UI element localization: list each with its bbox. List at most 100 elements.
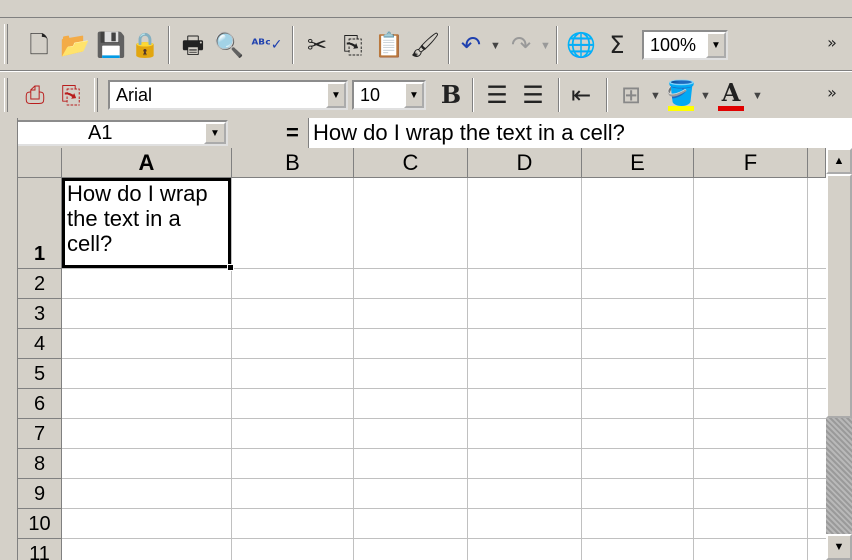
spelling-icon[interactable]: ᴬᴮᶜ✓ (251, 30, 282, 60)
paste-icon[interactable]: 📋 (374, 30, 404, 60)
align-left-icon[interactable]: ☰ (482, 80, 512, 110)
font-name-select[interactable]: Arial ▼ (108, 80, 348, 110)
print-preview-icon[interactable]: 🔍 (214, 30, 244, 60)
toolbar-grip[interactable] (4, 24, 8, 64)
table-row (62, 359, 826, 389)
separator (556, 26, 558, 64)
chevron-down-icon[interactable]: ▼ (706, 32, 726, 58)
formula-bar: A1 ▼ = How do I wrap the text in a cell? (0, 118, 852, 148)
hyperlink-icon[interactable]: 🌐 (566, 30, 596, 60)
table-row (62, 389, 826, 419)
undo-dropdown-icon[interactable]: ▼ (490, 40, 501, 52)
redo-icon[interactable]: ↷ (506, 30, 536, 60)
separator (472, 78, 474, 112)
name-box[interactable]: A1 ▼ (16, 120, 228, 146)
open-icon[interactable]: 📂 (60, 30, 90, 60)
column-header-d[interactable]: D (468, 148, 582, 178)
cell-a1[interactable]: How do I wrap the text in a cell? (62, 178, 231, 268)
table-row (62, 449, 826, 479)
borders-icon[interactable]: ⊞ (616, 80, 646, 110)
font-size-select[interactable]: 10 ▼ (352, 80, 426, 110)
row-header-8[interactable]: 8 (18, 449, 62, 479)
bold-button[interactable]: B (436, 80, 466, 110)
new-icon[interactable]: 🗋 (24, 30, 54, 60)
divider (0, 70, 852, 72)
row-header-7[interactable]: 7 (18, 419, 62, 449)
autosum-icon[interactable]: Σ (602, 30, 632, 60)
font-name-value: Arial (116, 84, 153, 105)
column-header-g[interactable] (808, 148, 826, 178)
row-header-6[interactable]: 6 (18, 389, 62, 419)
row-header-10[interactable]: 10 (18, 509, 62, 539)
column-header-b[interactable]: B (232, 148, 354, 178)
align-center-icon[interactable]: ☰ (518, 80, 548, 110)
separator (558, 78, 560, 112)
row-header-1[interactable]: 1 (18, 178, 62, 269)
chevron-down-icon[interactable]: ▼ (326, 82, 346, 108)
table-row (62, 269, 826, 299)
zoom-value: 100% (650, 34, 697, 55)
name-box-value: A1 (88, 121, 113, 144)
toolbar-grip[interactable] (4, 78, 8, 112)
borders-dropdown-icon[interactable]: ▼ (650, 90, 661, 102)
table-row (62, 329, 826, 359)
font-color-icon[interactable]: A (716, 78, 746, 108)
print-icon[interactable]: 🖶 (178, 30, 208, 60)
table-row (62, 539, 826, 560)
table-row (62, 299, 826, 329)
zoom-select[interactable]: 100% ▼ (642, 30, 728, 60)
column-header-e[interactable]: E (582, 148, 694, 178)
toolbar-overflow-icon[interactable]: » (820, 28, 844, 58)
worksheet-grid[interactable]: A B C D E F 1 2 3 4 5 6 7 8 9 10 11 How … (18, 148, 826, 560)
separator (292, 26, 294, 64)
row-header-3[interactable]: 3 (18, 299, 62, 329)
fill-color-dropdown-icon[interactable]: ▼ (700, 90, 711, 102)
save-icon[interactable]: 💾 (96, 30, 126, 60)
scroll-down-icon[interactable]: ▼ (826, 534, 852, 560)
toolbar-grip[interactable] (94, 78, 98, 112)
row-header-5[interactable]: 5 (18, 359, 62, 389)
column-header-c[interactable]: C (354, 148, 468, 178)
decrease-indent-icon[interactable]: ⇤ (566, 80, 596, 110)
format-painter-icon[interactable]: 🖌 (410, 30, 440, 60)
standard-toolbar: 🗋 📂 💾 🔒 🖶 🔍 ᴬᴮᶜ✓ ✂ ⎘ 📋 🖌 ↶ ▼ ↷ ▼ 🌐 Σ 100… (0, 18, 852, 70)
font-color-dropdown-icon[interactable]: ▼ (752, 90, 763, 102)
fill-color-icon[interactable]: 🪣 (666, 78, 696, 108)
formatting-toolbar: ⎙ ⎘ Arial ▼ 10 ▼ B ☰ ☰ ⇤ ⊞ ▼ 🪣 ▼ A ▼ » (0, 70, 852, 118)
vertical-scrollbar[interactable]: ▲ ▼ (826, 148, 852, 560)
separator (448, 26, 450, 64)
column-header-f[interactable]: F (694, 148, 808, 178)
window-left-edge (0, 118, 18, 560)
select-all-button[interactable] (18, 148, 62, 178)
table-row (62, 509, 826, 539)
redo-dropdown-icon[interactable]: ▼ (540, 40, 551, 52)
scroll-up-icon[interactable]: ▲ (826, 148, 852, 174)
row-header-11[interactable]: 11 (18, 539, 62, 560)
table-row (62, 419, 826, 449)
copy-icon[interactable]: ⎘ (338, 30, 368, 60)
separator (168, 26, 170, 64)
menu-strip (0, 0, 852, 18)
formula-input[interactable]: How do I wrap the text in a cell? (308, 118, 852, 148)
row-header-2[interactable]: 2 (18, 269, 62, 299)
table-row (62, 479, 826, 509)
row-header-9[interactable]: 9 (18, 479, 62, 509)
pdf-convert-icon[interactable]: ⎙ (20, 80, 50, 110)
formula-equals-icon[interactable]: = (286, 120, 299, 146)
chevron-down-icon[interactable]: ▼ (404, 82, 424, 108)
fill-color-swatch (668, 106, 694, 111)
pdf-mail-icon[interactable]: ⎘ (56, 80, 86, 110)
permission-icon[interactable]: 🔒 (130, 30, 160, 60)
cut-icon[interactable]: ✂ (302, 30, 332, 60)
scrollbar-track[interactable] (826, 418, 852, 534)
row-header-4[interactable]: 4 (18, 329, 62, 359)
column-header-a[interactable]: A (62, 148, 232, 178)
font-size-value: 10 (360, 84, 381, 105)
scrollbar-thumb[interactable] (826, 174, 852, 418)
separator (606, 78, 608, 112)
undo-icon[interactable]: ↶ (456, 30, 486, 60)
toolbar-overflow-icon[interactable]: » (820, 78, 844, 108)
font-color-swatch (718, 106, 744, 111)
fill-handle[interactable] (227, 264, 234, 271)
chevron-down-icon[interactable]: ▼ (204, 122, 226, 144)
